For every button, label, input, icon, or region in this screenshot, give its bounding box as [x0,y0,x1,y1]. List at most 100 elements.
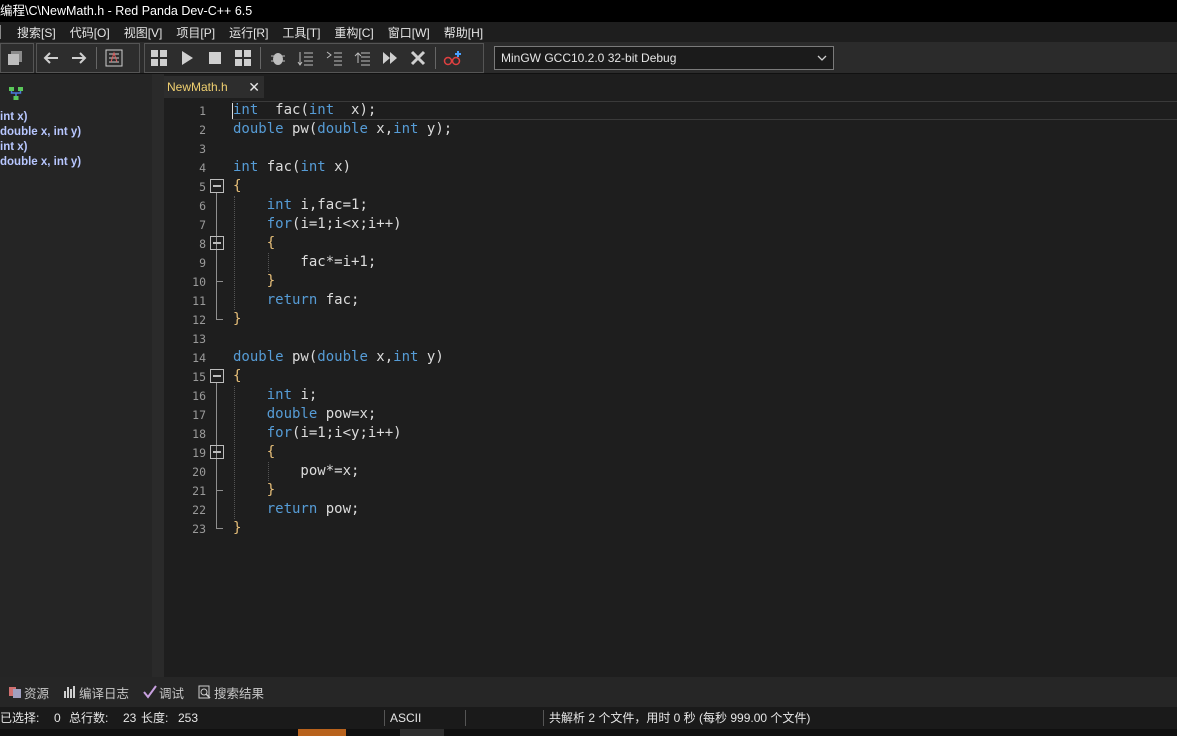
add-watch-button[interactable] [441,46,465,70]
copy-button[interactable] [3,46,27,70]
code-line[interactable]: } [233,481,275,500]
tab-resources-label: 资源 [24,686,50,701]
code-token: { [266,444,276,460]
code-line[interactable]: } [233,310,241,329]
code-line[interactable]: return pow; [233,500,360,519]
code-token: } [266,482,276,498]
tree-structure-icon[interactable] [8,86,24,102]
code-token: int [393,349,419,365]
status-encoding[interactable]: ASCII [390,707,421,729]
bar-chart-icon [64,686,76,698]
code-token: pow; [317,501,360,517]
code-line[interactable]: int fac(int x) [233,158,351,177]
code-token: (i=1;i<x;i++) [292,216,402,232]
step-out-button[interactable] [350,46,374,70]
fold-toggle[interactable] [210,445,224,459]
code-line[interactable]: int i,fac=1; [233,196,368,215]
menu-project[interactable]: 项目[P] [176,24,215,41]
fold-toggle[interactable] [210,236,224,250]
class-browser-item[interactable]: int x) [0,111,27,123]
code-line[interactable]: for(i=1;i<y;i++) [233,424,402,443]
forward-button[interactable] [67,46,91,70]
code-line[interactable]: for(i=1;i<x;i++) [233,215,402,234]
continue-button[interactable] [378,46,402,70]
code-line[interactable]: pow*=x; [233,462,359,481]
code-line[interactable]: { [233,367,241,386]
code-token: pow*=x; [233,463,360,479]
tab-compile-log[interactable]: 编译日志 [63,683,129,702]
stop-debug-button[interactable] [406,46,430,70]
menu-code[interactable]: 代码[O] [70,24,110,41]
stop-icon [209,52,221,64]
code-line[interactable]: } [233,519,241,538]
toolbar-separator [96,47,97,69]
step-over-button[interactable] [294,46,318,70]
status-divider [465,710,466,726]
fold-end [216,314,223,320]
code-line[interactable]: { [233,234,275,253]
rebuild-button[interactable] [231,46,255,70]
tab-debug[interactable]: 调试 [143,683,184,702]
code-line[interactable]: double pow=x; [233,405,377,424]
taskbar-item[interactable] [400,729,444,736]
tab-resources[interactable]: 资源 [8,683,49,702]
back-button[interactable] [39,46,63,70]
code-line[interactable]: } [233,272,275,291]
indent-guide [268,462,269,481]
code-line[interactable]: return fac; [233,291,360,310]
code-line[interactable]: fac*=i+1; [233,253,376,272]
code-token: fac; [317,292,360,308]
grid-icon [235,50,251,66]
menu-view[interactable]: 视图[V] [124,24,163,41]
tab-newmath[interactable]: NewMath.h ✕ [164,76,264,98]
panel-splitter[interactable] [152,74,164,677]
format-button[interactable] [102,46,126,70]
code-token: return [266,292,318,308]
class-browser-item[interactable]: double x, int y) [0,156,81,168]
line-number: 6 [199,199,206,213]
glasses-plus-icon [443,51,461,66]
stop-button[interactable] [203,46,227,70]
code-token: pow=x; [317,406,377,422]
code-line[interactable]: int i; [233,386,318,405]
run-button[interactable] [175,46,199,70]
menu-run[interactable]: 运行[R] [229,24,268,41]
code-token: fac( [258,159,301,175]
code-line[interactable]: { [233,177,241,196]
arrow-left-icon [43,52,58,64]
code-line[interactable]: { [233,443,275,462]
step-list-icon [297,52,313,66]
debug-button[interactable] [266,46,290,70]
taskbar-item[interactable] [298,729,346,736]
fold-toggle[interactable] [210,179,224,193]
code-line[interactable]: double pw(double x,int y) [233,348,444,367]
step-into-button[interactable] [322,46,346,70]
menu-window[interactable]: 窗口[W] [388,24,430,41]
class-browser-item[interactable]: double x, int y) [0,126,81,138]
line-number: 4 [199,161,206,175]
menu-refactor[interactable]: 重构[C] [334,24,373,41]
menu-help[interactable]: 帮助[H] [444,24,483,41]
line-number: 13 [192,332,206,346]
code-editor[interactable]: 1 2 3 4 5 6 7 8 9 10 11 12 13 14 15 16 17 18 19 20 21 22 23 in… [164,98,1177,677]
class-browser-item[interactable]: int x) [0,141,27,153]
fold-toggle[interactable] [210,369,224,383]
code-line[interactable]: int fac(int x); [233,101,376,120]
code-token: for [266,425,293,441]
code-token: pw( [283,349,318,365]
code-token: int [233,102,259,118]
code-line[interactable]: double pw(double x,int y); [233,120,452,139]
menu-search[interactable]: 搜索[S] [17,24,56,41]
menu-tools[interactable]: 工具[T] [282,24,320,41]
tab-search-results[interactable]: 搜索结果 [198,683,264,702]
line-number: 2 [199,123,206,137]
compiler-select[interactable]: MinGW GCC10.2.0 32-bit Debug [494,46,834,70]
text-caret [232,103,233,119]
close-icon[interactable]: ✕ [248,76,260,98]
compile-button[interactable] [147,46,171,70]
status-bar: 已选择: 0 总行数: 23 长度: 253 ASCII 共解析 2 个文件，用… [0,707,1177,729]
tab-compile-log-label: 编译日志 [79,686,130,701]
status-parse-message: 共解析 2 个文件，用时 0 秒 (每秒 999.00 个文件) [549,711,811,725]
